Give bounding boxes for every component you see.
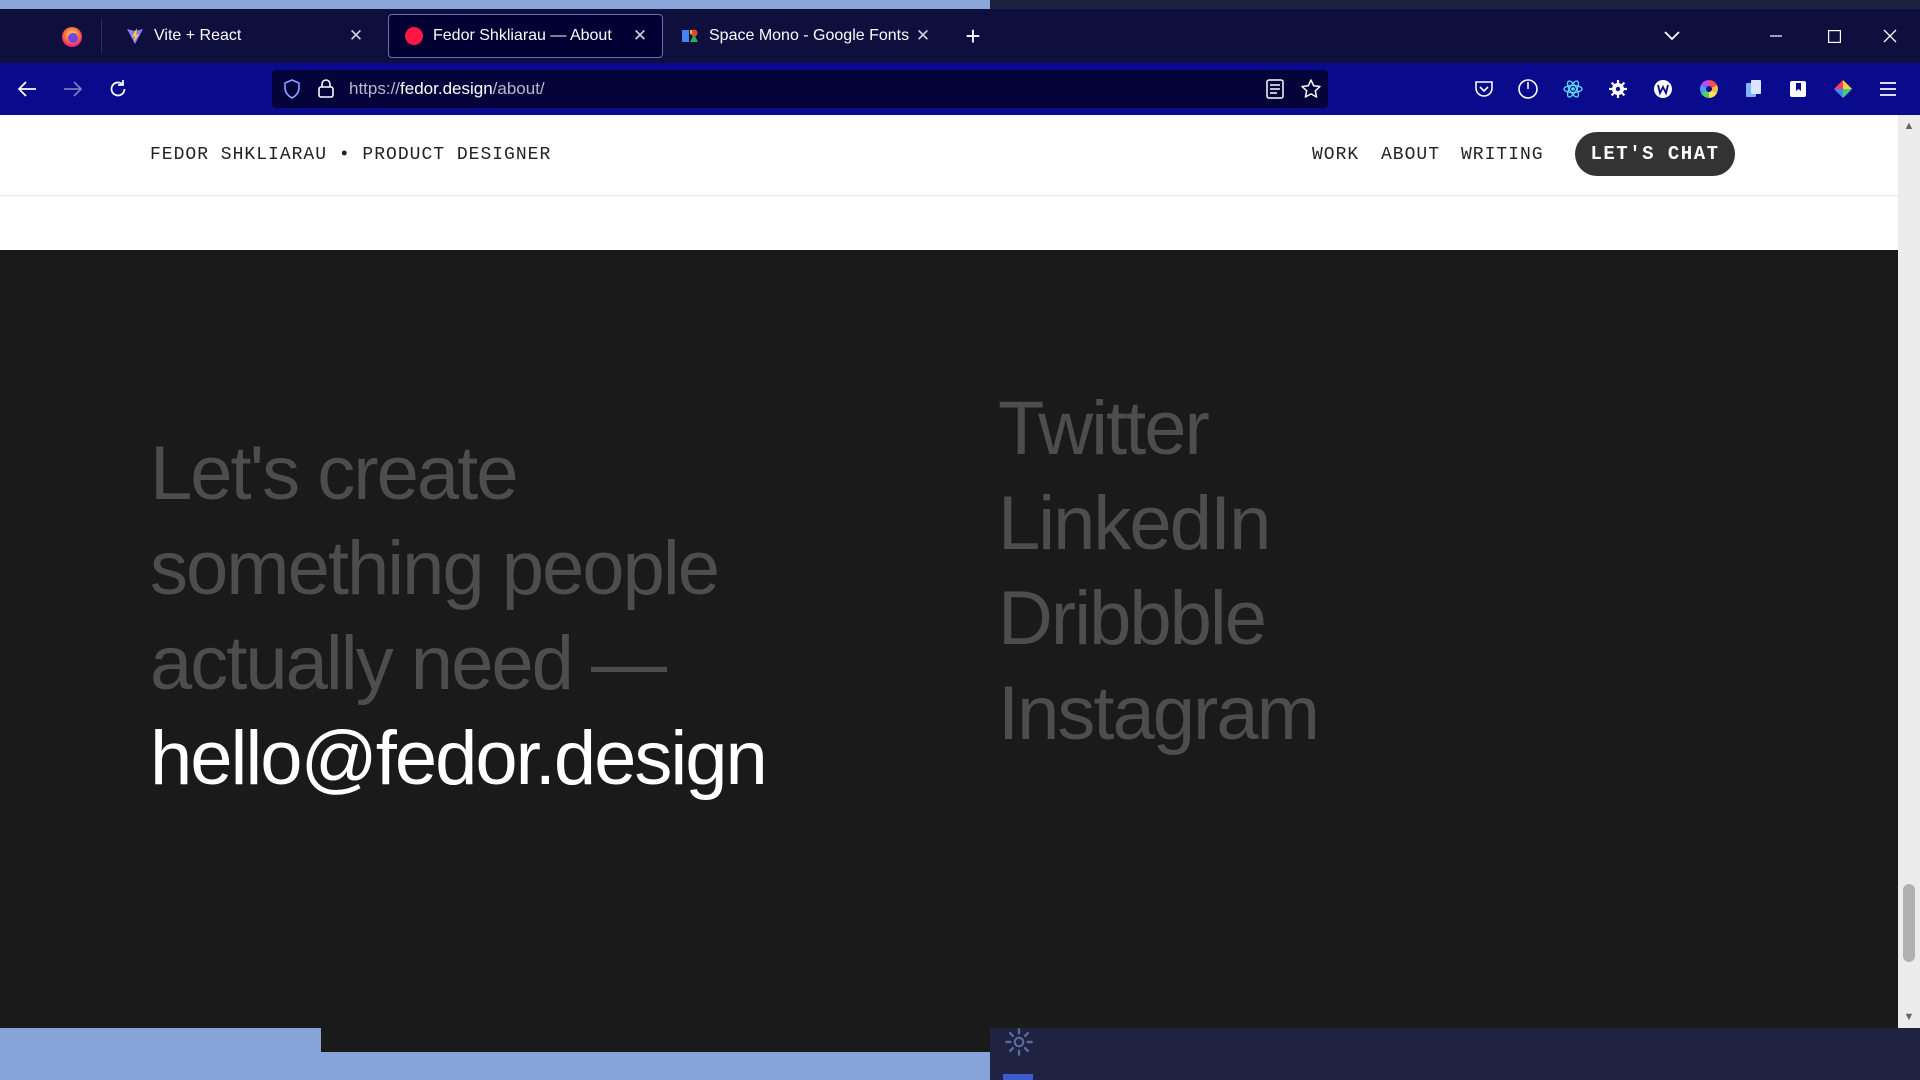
background-window-panel [990, 1028, 1920, 1080]
desktop-background [0, 0, 990, 9]
social-link-twitter[interactable]: Twitter [998, 381, 1318, 476]
url-path: /about/ [492, 79, 545, 98]
hamburger-menu-icon[interactable] [1876, 77, 1900, 101]
tab-title: Space Mono - Google Fonts [709, 27, 909, 44]
nav-link-writing[interactable]: WRITING [1461, 145, 1544, 165]
tab-vite-react[interactable]: Vite + React ✕ [110, 14, 378, 58]
settings-gear-extension-icon[interactable] [1606, 77, 1630, 101]
timer-extension-icon[interactable] [1516, 77, 1540, 101]
contact-heading-line: actually need — [150, 621, 667, 706]
google-fonts-favicon-icon [681, 27, 699, 45]
page-scrollbar[interactable]: ▲ ▼ [1898, 115, 1920, 1028]
tracking-protection-shield-icon[interactable] [282, 79, 302, 104]
background-window-indicator [1003, 1074, 1033, 1080]
gear-icon[interactable] [1003, 1026, 1035, 1058]
contact-heading-line: something people [150, 526, 720, 611]
lets-chat-button[interactable]: LET'S CHAT [1575, 132, 1735, 176]
contact-heading-line: Let's create [150, 431, 519, 516]
navigation-toolbar: https://fedor.design/about/ [0, 63, 1920, 115]
close-tab-icon[interactable]: ✕ [909, 22, 937, 50]
background-window-edge [990, 0, 1920, 9]
new-tab-button[interactable]: + [958, 21, 988, 51]
wappalyzer-icon[interactable] [1651, 77, 1675, 101]
list-all-tabs-chevron-icon[interactable] [1652, 21, 1692, 51]
url-scheme: https:// [349, 79, 401, 98]
lock-icon[interactable] [317, 78, 335, 103]
social-link-linkedin[interactable]: LinkedIn [998, 476, 1318, 571]
site-brand[interactable]: FEDOR SHKLIARAU • PRODUCT DESIGNER [150, 145, 551, 165]
social-link-instagram[interactable]: Instagram [998, 666, 1320, 761]
url-bar[interactable]: https://fedor.design/about/ [272, 70, 1328, 108]
contact-heading: Let's create something people actually n… [150, 426, 870, 806]
contact-section: Let's create something people actually n… [0, 250, 1898, 1028]
multicolor-extension-icon[interactable] [1831, 77, 1855, 101]
maximize-window-button[interactable] [1814, 21, 1854, 51]
browser-window: Vite + React ✕ Fedor Shkliarau — About ✕… [0, 9, 1920, 1028]
reload-icon[interactable] [101, 73, 135, 105]
url-domain: fedor.design [400, 79, 493, 98]
tab-separator [101, 19, 102, 53]
close-tab-icon[interactable]: ✕ [342, 22, 370, 50]
color-picker-wheel-icon[interactable] [1697, 77, 1721, 101]
copy-extension-icon[interactable] [1742, 77, 1766, 101]
scroll-up-arrow-icon[interactable]: ▲ [1898, 117, 1920, 135]
scrollbar-thumb[interactable] [1903, 884, 1915, 962]
nav-link-work[interactable]: WORK [1312, 145, 1359, 165]
url-text[interactable]: https://fedor.design/about/ [349, 79, 545, 99]
red-dot-favicon-icon [405, 27, 423, 45]
tab-bar: Vite + React ✕ Fedor Shkliarau — About ✕… [0, 9, 1920, 63]
scroll-down-arrow-icon[interactable]: ▼ [1898, 1008, 1920, 1026]
pocket-icon[interactable] [1472, 77, 1496, 101]
bookmark-star-icon[interactable] [1300, 78, 1322, 105]
vite-favicon-icon [126, 27, 144, 45]
bookmark-extension-icon[interactable] [1786, 77, 1810, 101]
tab-title: Vite + React [154, 27, 242, 44]
minimize-window-button[interactable] [1756, 21, 1796, 51]
page-viewport: FEDOR SHKLIARAU • PRODUCT DESIGNER WORK … [0, 115, 1898, 1028]
tab-space-mono-google-fonts[interactable]: Space Mono - Google Fonts ✕ [665, 14, 945, 58]
forward-arrow-icon[interactable] [56, 73, 90, 105]
reader-view-icon[interactable] [1266, 79, 1284, 104]
back-arrow-icon[interactable] [10, 73, 44, 105]
tab-title: Fedor Shkliarau — About [433, 27, 612, 44]
social-link-dribbble[interactable]: Dribbble [998, 571, 1318, 666]
tab-fedor-about[interactable]: Fedor Shkliarau — About ✕ [388, 14, 663, 58]
firefox-logo-icon[interactable] [60, 25, 84, 49]
social-links: Twitter LinkedIn Dribbble Instagram [998, 381, 1320, 761]
background-window-edge [321, 1028, 990, 1052]
nav-link-about[interactable]: ABOUT [1381, 145, 1440, 165]
email-link[interactable]: hello@fedor.design [150, 711, 870, 806]
site-header: FEDOR SHKLIARAU • PRODUCT DESIGNER WORK … [0, 115, 1898, 196]
close-window-button[interactable] [1870, 21, 1910, 51]
react-devtools-icon[interactable] [1561, 77, 1585, 101]
close-tab-icon[interactable]: ✕ [626, 22, 654, 50]
